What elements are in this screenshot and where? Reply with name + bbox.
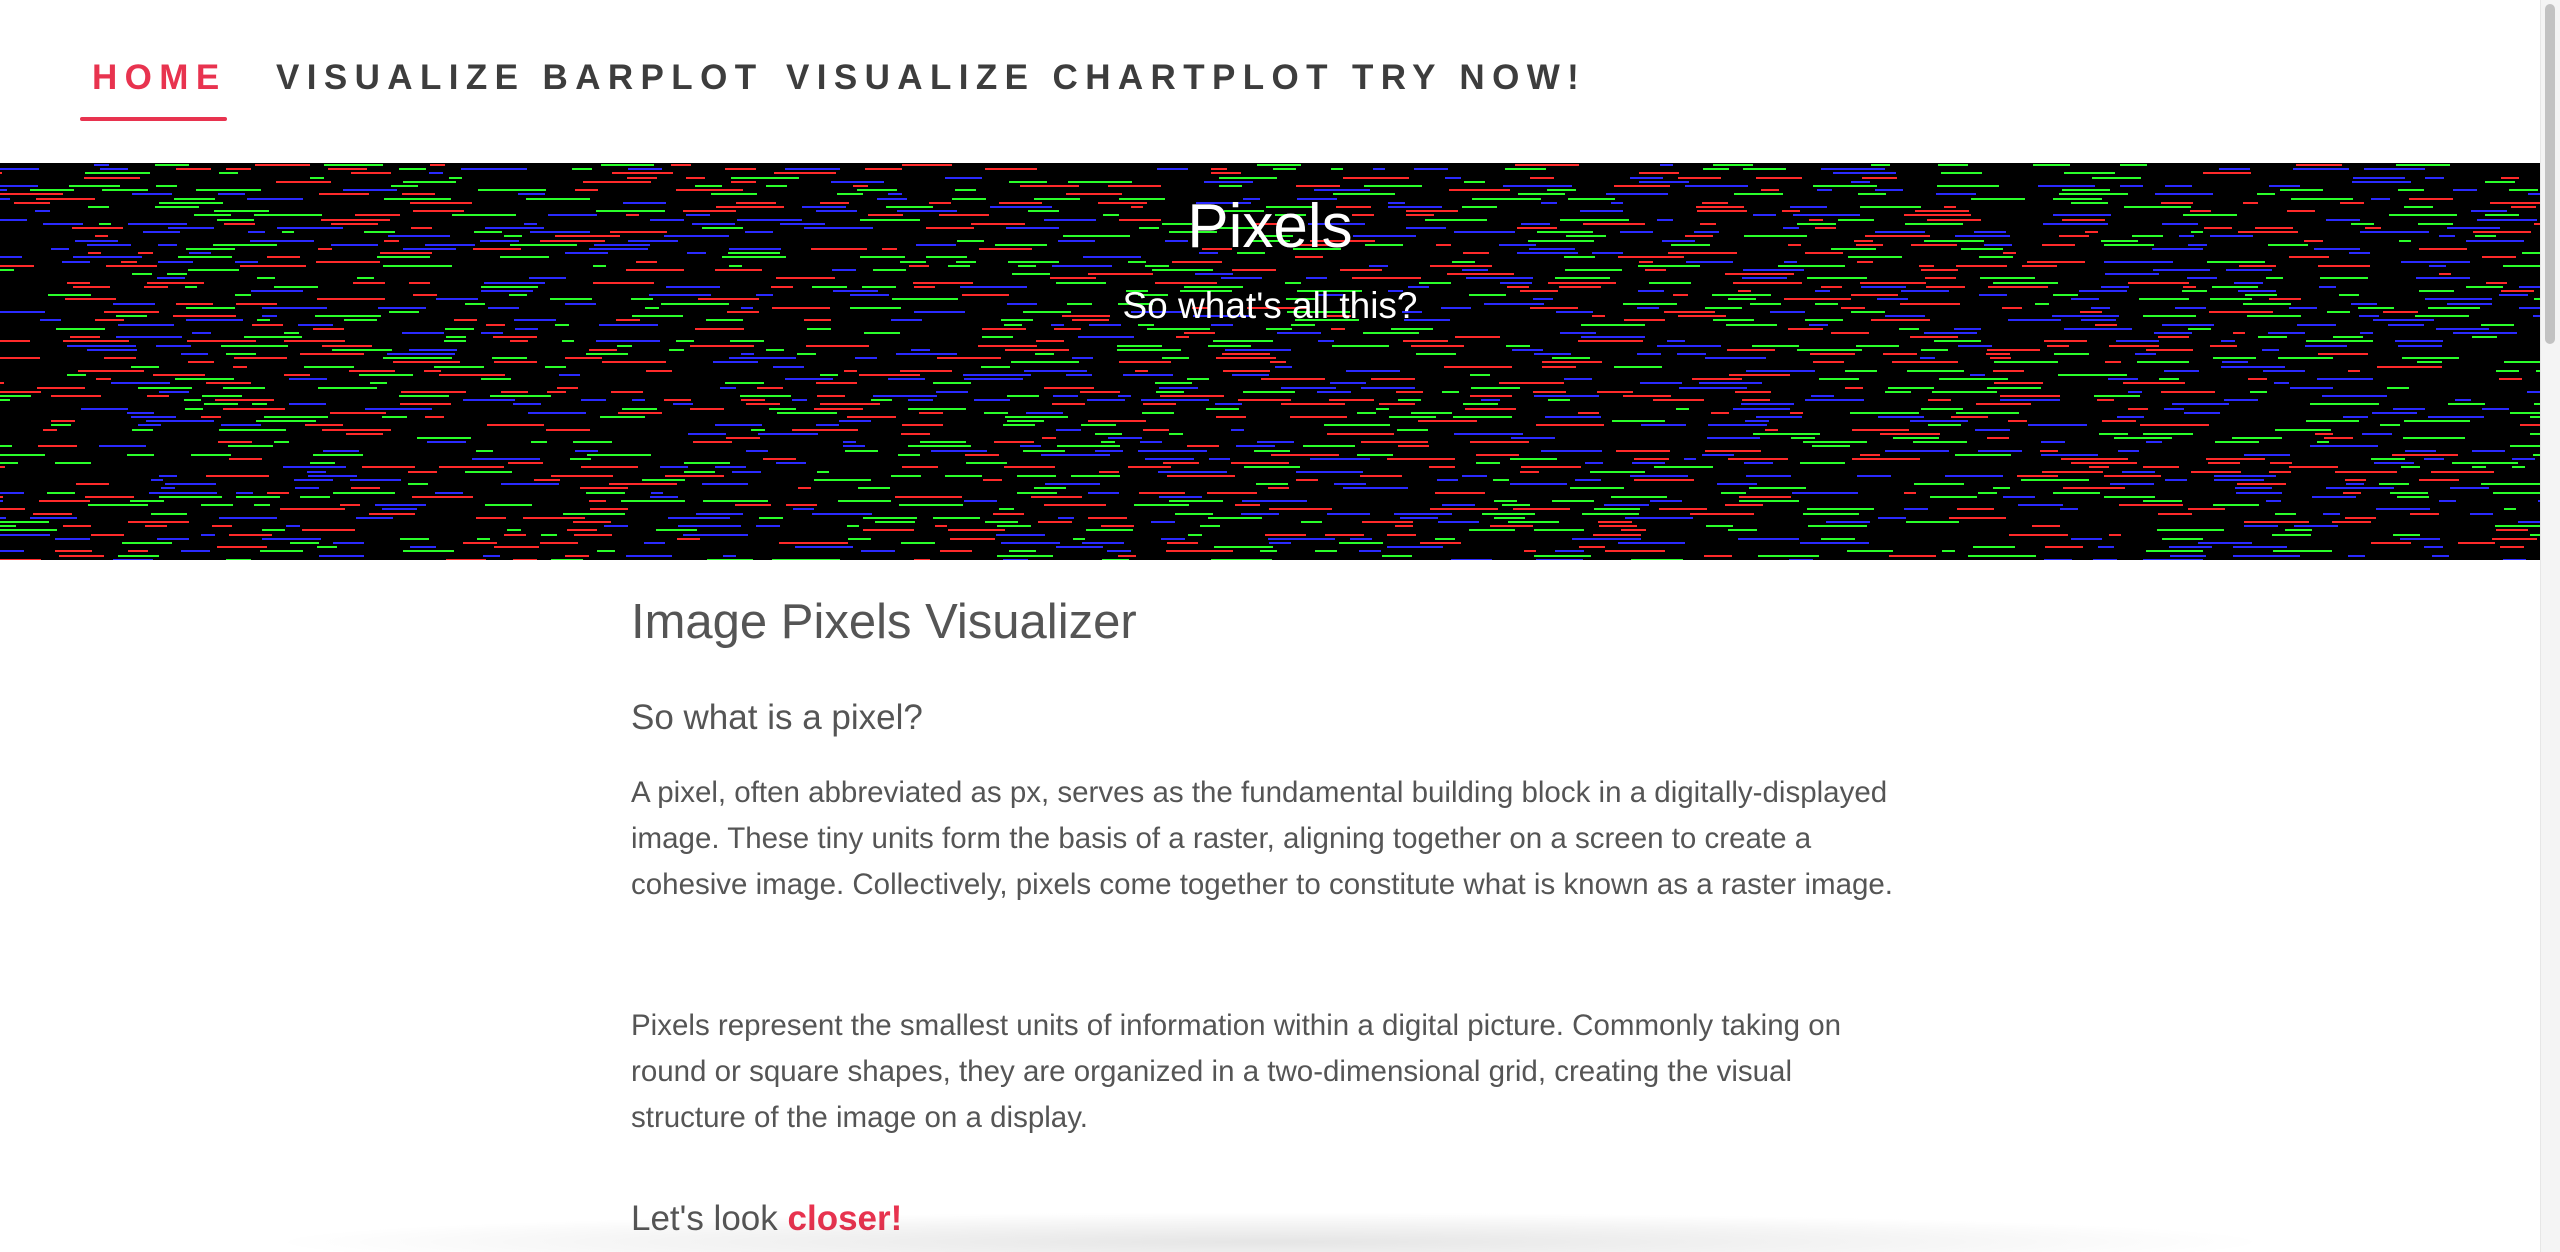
page: HOME VISUALIZE BARPLOT VISUALIZE CHARTPL…	[0, 0, 2560, 1252]
paragraph-pixel-shape: Pixels represent the smallest units of i…	[631, 1009, 1842, 1134]
hero-banner: Pixels So what's all this?	[0, 163, 2540, 560]
section-heading: So what is a pixel?	[631, 698, 923, 737]
top-navigation: HOME VISUALIZE BARPLOT VISUALIZE CHARTPL…	[0, 0, 2540, 163]
nav-visualize-barplot-link[interactable]: VISUALIZE BARPLOT	[276, 58, 763, 98]
closer-heading-prefix: Let's look	[631, 1199, 788, 1238]
page-title: Image Pixels Visualizer	[631, 595, 1137, 649]
nav-active-indicator	[80, 117, 227, 121]
nav-visualize-chartplot-link[interactable]: VISUALIZE CHARTPLOT	[786, 58, 1335, 98]
card-shadow	[260, 1212, 2280, 1252]
nav-try-now-link[interactable]: TRY NOW!	[1352, 58, 1586, 98]
hero-title: Pixels	[1187, 192, 1353, 261]
paragraph-pixel-definition: A pixel, often abbreviated as px, serves…	[631, 776, 1893, 901]
hero-subtitle: So what's all this?	[1122, 285, 1418, 326]
closer-heading: Let's look closer!	[631, 1198, 902, 1240]
closer-heading-highlight: closer!	[787, 1199, 903, 1238]
scrollbar-thumb[interactable]	[2545, 4, 2555, 344]
nav-home-link[interactable]: HOME	[92, 58, 227, 98]
